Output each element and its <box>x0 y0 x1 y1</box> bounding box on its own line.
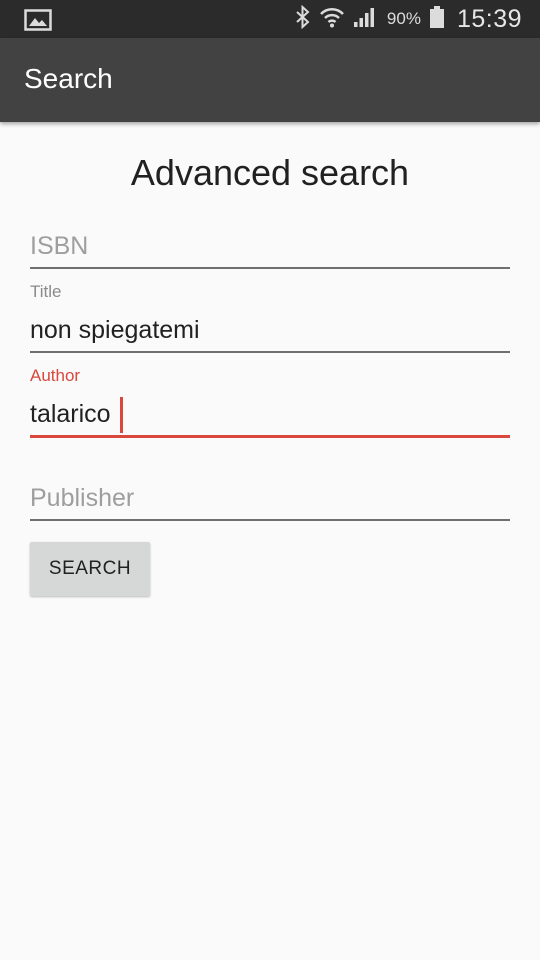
publisher-field-group <box>30 474 510 524</box>
publisher-underline <box>30 519 510 521</box>
app-bar: Search <box>0 38 540 122</box>
title-label: Title <box>30 282 62 301</box>
page-title: Advanced search <box>130 152 410 193</box>
author-field-group: Author <box>30 364 510 440</box>
search-button[interactable]: SEARCH <box>30 542 150 596</box>
advanced-search-form: Advanced search Title Author SEARCH <box>0 122 540 960</box>
status-bar: 90% 15:39 <box>0 0 540 38</box>
title-field-group: Title <box>30 280 510 355</box>
gallery-icon <box>24 8 52 32</box>
clock: 15:39 <box>456 4 522 33</box>
wifi-icon <box>319 5 345 34</box>
author-label: Author <box>30 366 81 385</box>
bluetooth-icon <box>295 4 311 34</box>
app-bar-title: Search <box>24 63 113 94</box>
signal-icon <box>353 5 377 34</box>
title-underline <box>30 351 510 353</box>
title-input[interactable] <box>30 312 510 348</box>
isbn-input[interactable] <box>30 228 510 264</box>
battery-icon <box>429 5 445 34</box>
isbn-field-group <box>30 222 510 272</box>
text-cursor <box>120 397 123 433</box>
isbn-underline <box>30 267 510 269</box>
battery-percentage: 90% <box>386 9 421 28</box>
author-input[interactable] <box>30 396 510 432</box>
publisher-input[interactable] <box>30 480 510 516</box>
author-underline <box>30 435 510 438</box>
